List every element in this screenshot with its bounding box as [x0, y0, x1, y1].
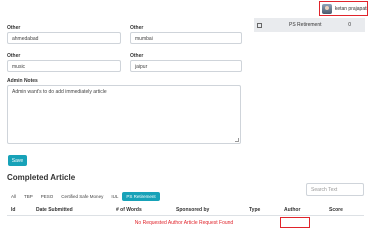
other-label-2: Other: [130, 25, 144, 31]
other-label-3: Other: [7, 53, 21, 59]
other-label-4: Other: [130, 53, 144, 59]
admin-notes-text: Admin want's to do add immediately artic…: [12, 89, 107, 95]
search-input[interactable]: Search Text: [306, 183, 364, 196]
other-field-1[interactable]: ahmedabad: [7, 32, 121, 44]
tab-certified-safe-money[interactable]: Certified Safe Money: [57, 192, 107, 201]
other-field-4[interactable]: jaipur: [130, 60, 242, 72]
column-type: Type: [249, 207, 261, 213]
column-date-submitted: Date Submitted: [36, 207, 73, 213]
column-words: # of Words: [116, 207, 142, 213]
save-button[interactable]: Save: [8, 155, 27, 166]
tab-iul[interactable]: IUL: [107, 192, 122, 201]
admin-notes-label: Admin Notes: [7, 78, 38, 84]
tab-all[interactable]: All: [7, 192, 20, 201]
username: ketan prajapati: [334, 5, 367, 12]
author-highlight: [280, 217, 310, 228]
empty-message: No Requested Author Article Request Foun…: [134, 220, 234, 226]
table-divider: [7, 215, 364, 216]
column-score: Score: [329, 207, 343, 213]
other-field-3[interactable]: music: [7, 60, 121, 72]
ps-retirement-count: 0: [348, 22, 351, 28]
other-field-2[interactable]: mumbai: [130, 32, 242, 44]
checkbox-icon[interactable]: [257, 22, 262, 28]
other-label-1: Other: [7, 25, 21, 31]
ps-retirement-label: PS Retirement: [289, 22, 322, 28]
column-sponsored-by: Sponsored by: [176, 207, 210, 213]
article-tabs: All TBP PESO Certified Safe Money IUL PS…: [7, 191, 160, 201]
ps-retirement-row: PS Retirement 0: [254, 18, 365, 32]
admin-notes-textarea[interactable]: Admin want's to do add immediately artic…: [7, 85, 241, 144]
column-id: Id: [11, 207, 16, 213]
resize-handle-icon[interactable]: [235, 138, 239, 142]
tab-ps-retirement[interactable]: PS Retirement: [122, 191, 160, 201]
avatar: [322, 3, 332, 14]
user-menu[interactable]: ketan prajapati: [319, 1, 368, 16]
completed-article-title: Completed Article: [7, 173, 76, 182]
tab-peso[interactable]: PESO: [37, 192, 58, 201]
tab-tbp[interactable]: TBP: [20, 192, 37, 201]
column-author: Author: [284, 207, 301, 213]
